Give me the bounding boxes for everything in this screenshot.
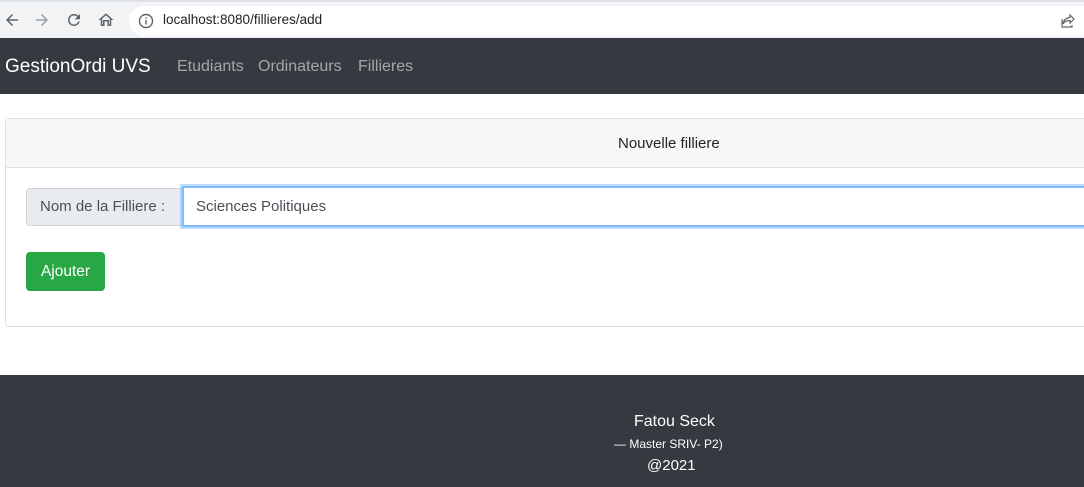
filliere-name-input[interactable] xyxy=(182,186,1084,227)
form-card: Nouvelle filliere Nom de la Filliere : A… xyxy=(5,118,1084,327)
reload-icon[interactable] xyxy=(62,10,86,30)
card-title: Nouvelle filliere xyxy=(618,135,720,152)
footer: Fatou Seck — Master SRIV- P2) @2021 xyxy=(0,375,1084,487)
nav-link-fillieres[interactable]: Fillieres xyxy=(358,58,413,76)
navbar-brand[interactable]: GestionOrdi UVS xyxy=(5,56,151,78)
navbar: GestionOrdi UVS Etudiants Ordinateurs Fi… xyxy=(0,38,1084,94)
footer-year: @2021 xyxy=(647,457,696,474)
url-text[interactable]: localhost:8080/fillieres/add xyxy=(163,12,322,27)
filliere-name-label: Nom de la Filliere : xyxy=(26,188,184,226)
share-icon[interactable] xyxy=(1060,13,1076,29)
nav-link-etudiants[interactable]: Etudiants xyxy=(177,58,244,76)
add-button[interactable]: Ajouter xyxy=(26,252,105,291)
forward-arrow-icon[interactable] xyxy=(30,10,54,30)
home-icon[interactable] xyxy=(94,10,118,30)
card-header: Nouvelle filliere xyxy=(6,119,1084,168)
address-bar[interactable]: localhost:8080/fillieres/add xyxy=(129,6,1084,36)
info-icon[interactable] xyxy=(138,13,154,29)
browser-toolbar: localhost:8080/fillieres/add xyxy=(0,0,1084,38)
footer-author-role: — Master SRIV- P2) xyxy=(614,437,723,451)
back-arrow-icon[interactable] xyxy=(0,10,24,30)
footer-author-name: Fatou Seck xyxy=(634,413,715,430)
nav-link-ordinateurs[interactable]: Ordinateurs xyxy=(258,58,342,76)
